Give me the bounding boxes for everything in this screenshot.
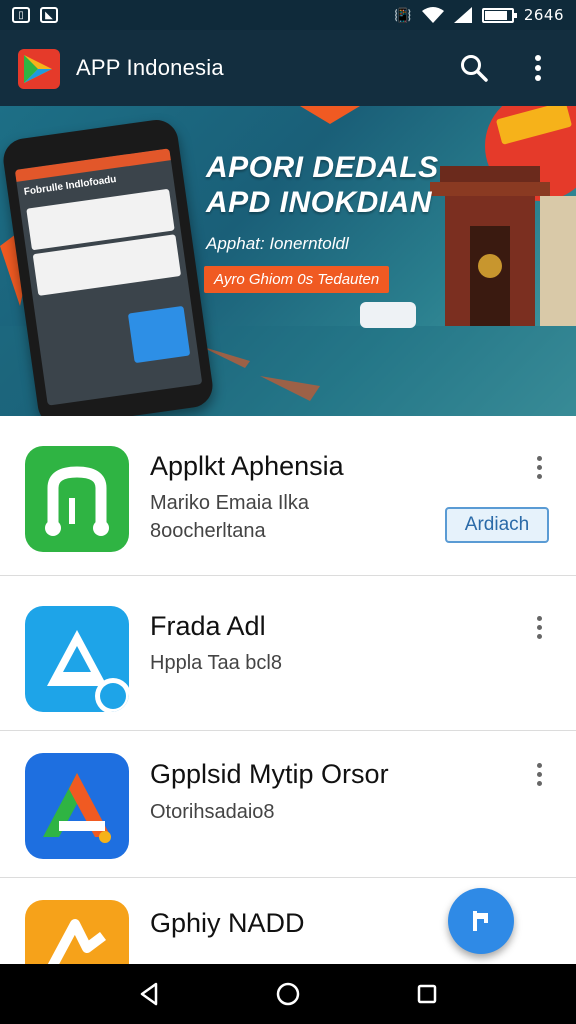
app-developer: Mariko Emaia Ilka <box>150 492 309 514</box>
app-name: Applkt Aphensia <box>150 451 344 481</box>
phone-screen-blue-tile <box>127 305 191 364</box>
clock: 2646 <box>523 6 564 24</box>
banner-headline-line-2: APD INOKDIAN <box>206 186 433 220</box>
app-icon-green <box>25 446 129 552</box>
more-vert-icon <box>536 615 542 639</box>
banner-cta-button[interactable]: Ayro Ghiom 0s Tedauten <box>204 266 390 293</box>
item-more-button[interactable] <box>524 757 554 791</box>
more-vert-icon <box>535 55 541 81</box>
banner-headline: APORI DEDALS APD INOKDIAN <box>206 150 439 220</box>
battery-icon <box>481 7 517 23</box>
item-more-button[interactable] <box>524 450 554 484</box>
app-name: Frada Adl <box>150 611 266 641</box>
back-icon <box>141 982 158 1006</box>
app-developer: Otorihsadaio8 <box>150 801 275 823</box>
home-icon <box>276 982 300 1006</box>
status-right: 📳 2646 <box>394 6 564 24</box>
system-nav-bar <box>0 964 576 1024</box>
search-button[interactable] <box>452 46 496 90</box>
more-vert-icon <box>536 762 542 786</box>
recents-icon <box>417 984 436 1004</box>
app-developer: Hppla Taa bcl8 <box>150 652 282 674</box>
install-button[interactable]: Ardiach <box>445 507 549 543</box>
back-button[interactable] <box>127 972 171 1016</box>
app-logo-icon <box>18 49 60 89</box>
promo-banner[interactable]: Fobrulle Indlofoadu APORI DEDALS APD INO… <box>0 106 576 416</box>
app-icon-multicolor <box>25 753 129 859</box>
list-item[interactable]: Frada Adl Hppla Taa bcl8 <box>0 576 576 731</box>
item-more-button[interactable] <box>524 610 554 644</box>
list-item[interactable]: Gpplsid Mytip Orsor Otorihsadaio8 <box>0 731 576 878</box>
recents-button[interactable] <box>405 972 449 1016</box>
app-icon-blue <box>25 606 129 712</box>
app-bar: APP Indonesia <box>0 30 576 106</box>
status-left: ▯ ◣ <box>12 7 58 23</box>
banner-subtitle: Apphat: Ionerntoldl <box>206 234 349 253</box>
wifi-icon <box>421 7 444 23</box>
floating-action-button[interactable] <box>448 888 514 954</box>
vibrate-icon: 📳 <box>394 6 412 23</box>
image-icon: ◣ <box>40 7 58 23</box>
app-title: APP Indonesia <box>76 55 224 80</box>
status-bar: ▯ ◣ 📳 2646 <box>0 0 576 30</box>
home-button[interactable] <box>266 972 310 1016</box>
app-list: Applkt Aphensia Mariko Emaia Ilka 8ooche… <box>0 416 576 1006</box>
app-name: Gpplsid Mytip Orsor <box>150 759 389 789</box>
app-category: 8oocherltana <box>150 520 266 542</box>
phone-screen: Fobrulle Indlofoadu <box>14 148 203 406</box>
banner-headline-line-1: APORI DEDALS <box>206 151 439 184</box>
list-item[interactable]: Applkt Aphensia Mariko Emaia Ilka 8ooche… <box>0 416 576 576</box>
app-name: Gphiy NADD <box>150 908 305 938</box>
overflow-menu-button[interactable] <box>516 46 560 90</box>
more-vert-icon <box>536 455 542 479</box>
flag-icon <box>473 911 488 931</box>
signal-icon <box>453 7 472 23</box>
search-icon <box>461 55 488 82</box>
sim-card-icon: ▯ <box>12 7 30 23</box>
